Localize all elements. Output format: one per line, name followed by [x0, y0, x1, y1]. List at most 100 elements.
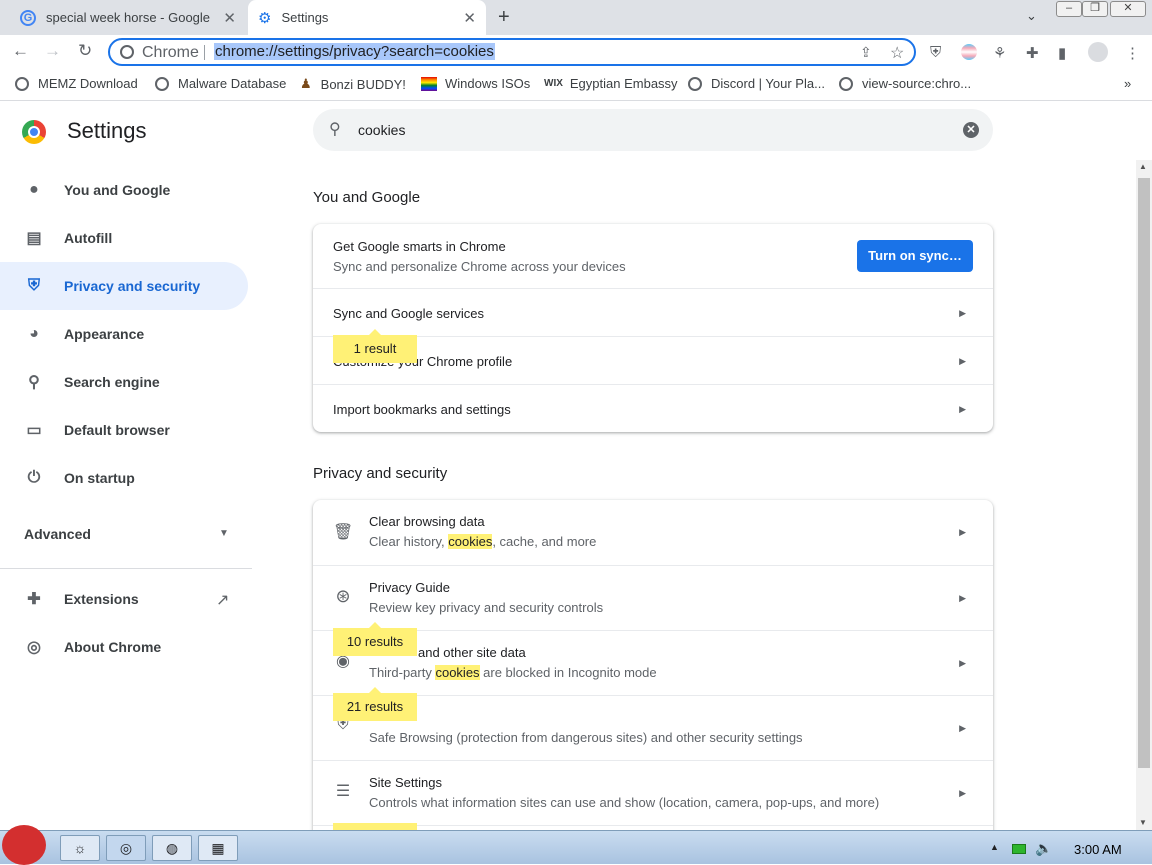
taskbar-network-icon[interactable]: ◍: [152, 835, 192, 861]
back-icon[interactable]: ←: [12, 41, 29, 61]
sidebar-item-appearance[interactable]: ◕ Appearance: [0, 310, 248, 358]
settings-search-input[interactable]: ⚲ cookies ✕: [313, 109, 993, 151]
bookmark-label: view-source:chro...: [862, 76, 972, 91]
reload-icon[interactable]: ↻: [78, 41, 92, 61]
sidebar-item-you-and-google[interactable]: ● You and Google: [0, 166, 248, 214]
subtitle-text: Clear history,: [369, 534, 449, 549]
row-title: Sync and Google services: [333, 306, 485, 321]
clock[interactable]: 3:00 AM: [1074, 842, 1122, 857]
bookmark-label: MEMZ Download: [38, 76, 138, 91]
search-icon: ⚲: [28, 374, 40, 391]
bookmark-item[interactable]: WIX Egyptian Embassy: [544, 76, 678, 91]
row-title: Privacy Guide: [369, 580, 450, 595]
tray-expand-icon[interactable]: ▲: [990, 842, 999, 852]
person-icon: ●: [29, 181, 39, 198]
chrome-icon: ◎: [27, 639, 41, 656]
extension-flag-icon[interactable]: [961, 44, 977, 60]
bookmark-item[interactable]: Windows ISOs: [421, 76, 530, 91]
share-icon[interactable]: ⇪: [860, 44, 872, 61]
advanced-toggle[interactable]: Advanced: [24, 526, 91, 542]
volume-icon[interactable]: 🔈: [1035, 840, 1052, 857]
new-tab-icon[interactable]: +: [498, 6, 510, 29]
sidebar-item-label: Privacy and security: [64, 278, 201, 294]
translate-icon[interactable]: ⚘: [993, 44, 1006, 62]
sidebar-item-search-engine[interactable]: ⚲ Search engine: [0, 358, 248, 406]
search-icon: ⚲: [329, 121, 341, 138]
subtitle-text: Third-party: [369, 665, 436, 680]
start-button[interactable]: [2, 825, 46, 865]
chevron-down-icon[interactable]: ⌄: [1026, 8, 1037, 24]
minimize-button[interactable]: –: [1056, 1, 1082, 17]
url-text[interactable]: chrome://settings/privacy?search=cookies: [214, 43, 495, 60]
globe-icon: [155, 76, 169, 91]
import-bookmarks-row[interactable]: Import bookmarks and settings ▶: [313, 384, 993, 432]
forward-icon[interactable]: →: [44, 41, 61, 61]
taskbar-chrome-icon[interactable]: ◎: [106, 835, 146, 861]
bookmark-label: Egyptian Embassy: [569, 76, 678, 91]
star-icon[interactable]: ☆: [890, 43, 904, 63]
palette-icon: ◕: [29, 325, 39, 342]
bookmark-item[interactable]: view-source:chro...: [839, 76, 971, 91]
sync-services-row[interactable]: Sync and Google services ▶: [313, 288, 993, 336]
sidebar-item-extensions[interactable]: ✚ Extensions: [0, 575, 248, 623]
site-settings-row[interactable]: ☰ Site Settings Controls what informatio…: [313, 760, 993, 825]
battery-icon[interactable]: [1012, 844, 1026, 854]
bookmark-item[interactable]: MEMZ Download: [15, 76, 138, 91]
sidebar-item-privacy[interactable]: ⛨ Privacy and security: [0, 262, 248, 310]
row-title: Import bookmarks and settings: [333, 402, 511, 417]
row-subtitle: Safe Browsing (protection from dangerous…: [369, 730, 803, 745]
chevron-right-icon: ▶: [959, 404, 966, 414]
close-tab-icon[interactable]: ✕: [223, 9, 236, 27]
more-menu-icon[interactable]: ⋮: [1125, 44, 1140, 62]
tune-icon: ☰: [335, 783, 351, 800]
turn-on-sync-button[interactable]: Turn on sync…: [857, 240, 973, 272]
compass-icon: ⊛: [335, 586, 351, 606]
divider: [204, 45, 205, 60]
clear-browsing-row[interactable]: 🗑 Clear browsing data Clear history, coo…: [313, 500, 993, 565]
scrollbar[interactable]: ▲ ▼: [1136, 160, 1152, 830]
bonzi-icon: ♟: [300, 76, 312, 91]
open-in-new-icon[interactable]: ↗: [216, 590, 229, 610]
privacy-guide-row[interactable]: ⊛ Privacy Guide Review key privacy and s…: [313, 565, 993, 630]
close-tab-icon[interactable]: ✕: [463, 9, 476, 27]
bookmark-item[interactable]: Malware Database: [155, 76, 286, 91]
chevron-down-icon[interactable]: ▼: [219, 528, 229, 539]
globe-icon: [688, 76, 702, 91]
scroll-up-icon[interactable]: ▲: [1139, 162, 1147, 171]
search-highlight: cookies: [448, 534, 493, 549]
search-value[interactable]: cookies: [358, 122, 405, 138]
tab-strip: G special week horse - Google S ✕ ⚙ Sett…: [0, 0, 1152, 35]
clear-search-icon[interactable]: ✕: [963, 122, 979, 138]
sidebar-item-autofill[interactable]: ▤ Autofill: [0, 214, 248, 262]
you-and-google-card: Get Google smarts in Chrome Sync and per…: [313, 224, 993, 432]
chrome-logo-icon: [22, 120, 46, 144]
bookmark-item[interactable]: ♟ Bonzi BUDDY!: [300, 76, 406, 92]
profile-avatar[interactable]: [1088, 42, 1108, 62]
tab-google-search[interactable]: G special week horse - Google S ✕: [10, 0, 246, 35]
puzzle-icon[interactable]: ✚: [1026, 44, 1039, 62]
scrollbar-thumb[interactable]: [1138, 178, 1150, 768]
address-bar[interactable]: Chrome chrome://settings/privacy?search=…: [108, 38, 916, 66]
power-icon: ⏻: [27, 469, 41, 486]
search-result-bubble-partial: [333, 823, 417, 830]
side-panel-icon[interactable]: ▮: [1058, 44, 1066, 62]
tab-settings[interactable]: ⚙ Settings ✕: [248, 0, 486, 35]
more-bookmarks-icon[interactable]: »: [1124, 76, 1131, 91]
sidebar-item-label: Autofill: [64, 230, 113, 246]
row-title: Clear browsing data: [369, 514, 485, 529]
close-window-button[interactable]: ✕: [1110, 1, 1146, 17]
taskbar: ☼ ◎ ◍ ▦ ▲ 🔈 3:00 AM: [0, 825, 1152, 865]
taskbar-app-icon[interactable]: ☼: [60, 835, 100, 861]
google-icon: G: [20, 9, 36, 26]
bookmark-item[interactable]: Discord | Your Pla...: [688, 76, 825, 91]
sidebar-item-label: Default browser: [64, 422, 170, 438]
scroll-down-icon[interactable]: ▼: [1139, 818, 1147, 827]
taskbar-app-icon[interactable]: ▦: [198, 835, 238, 861]
sidebar-item-default-browser[interactable]: ▭ Default browser: [0, 406, 248, 454]
restore-button[interactable]: ❐: [1082, 1, 1108, 17]
ublock-icon[interactable]: ⛨: [930, 44, 941, 61]
sidebar-item-about-chrome[interactable]: ◎ About Chrome: [0, 623, 248, 671]
sidebar-item-on-startup[interactable]: ⏻ On startup: [0, 454, 248, 502]
sync-subtitle: Sync and personalize Chrome across your …: [333, 259, 626, 274]
tab-title: Settings: [281, 10, 329, 25]
